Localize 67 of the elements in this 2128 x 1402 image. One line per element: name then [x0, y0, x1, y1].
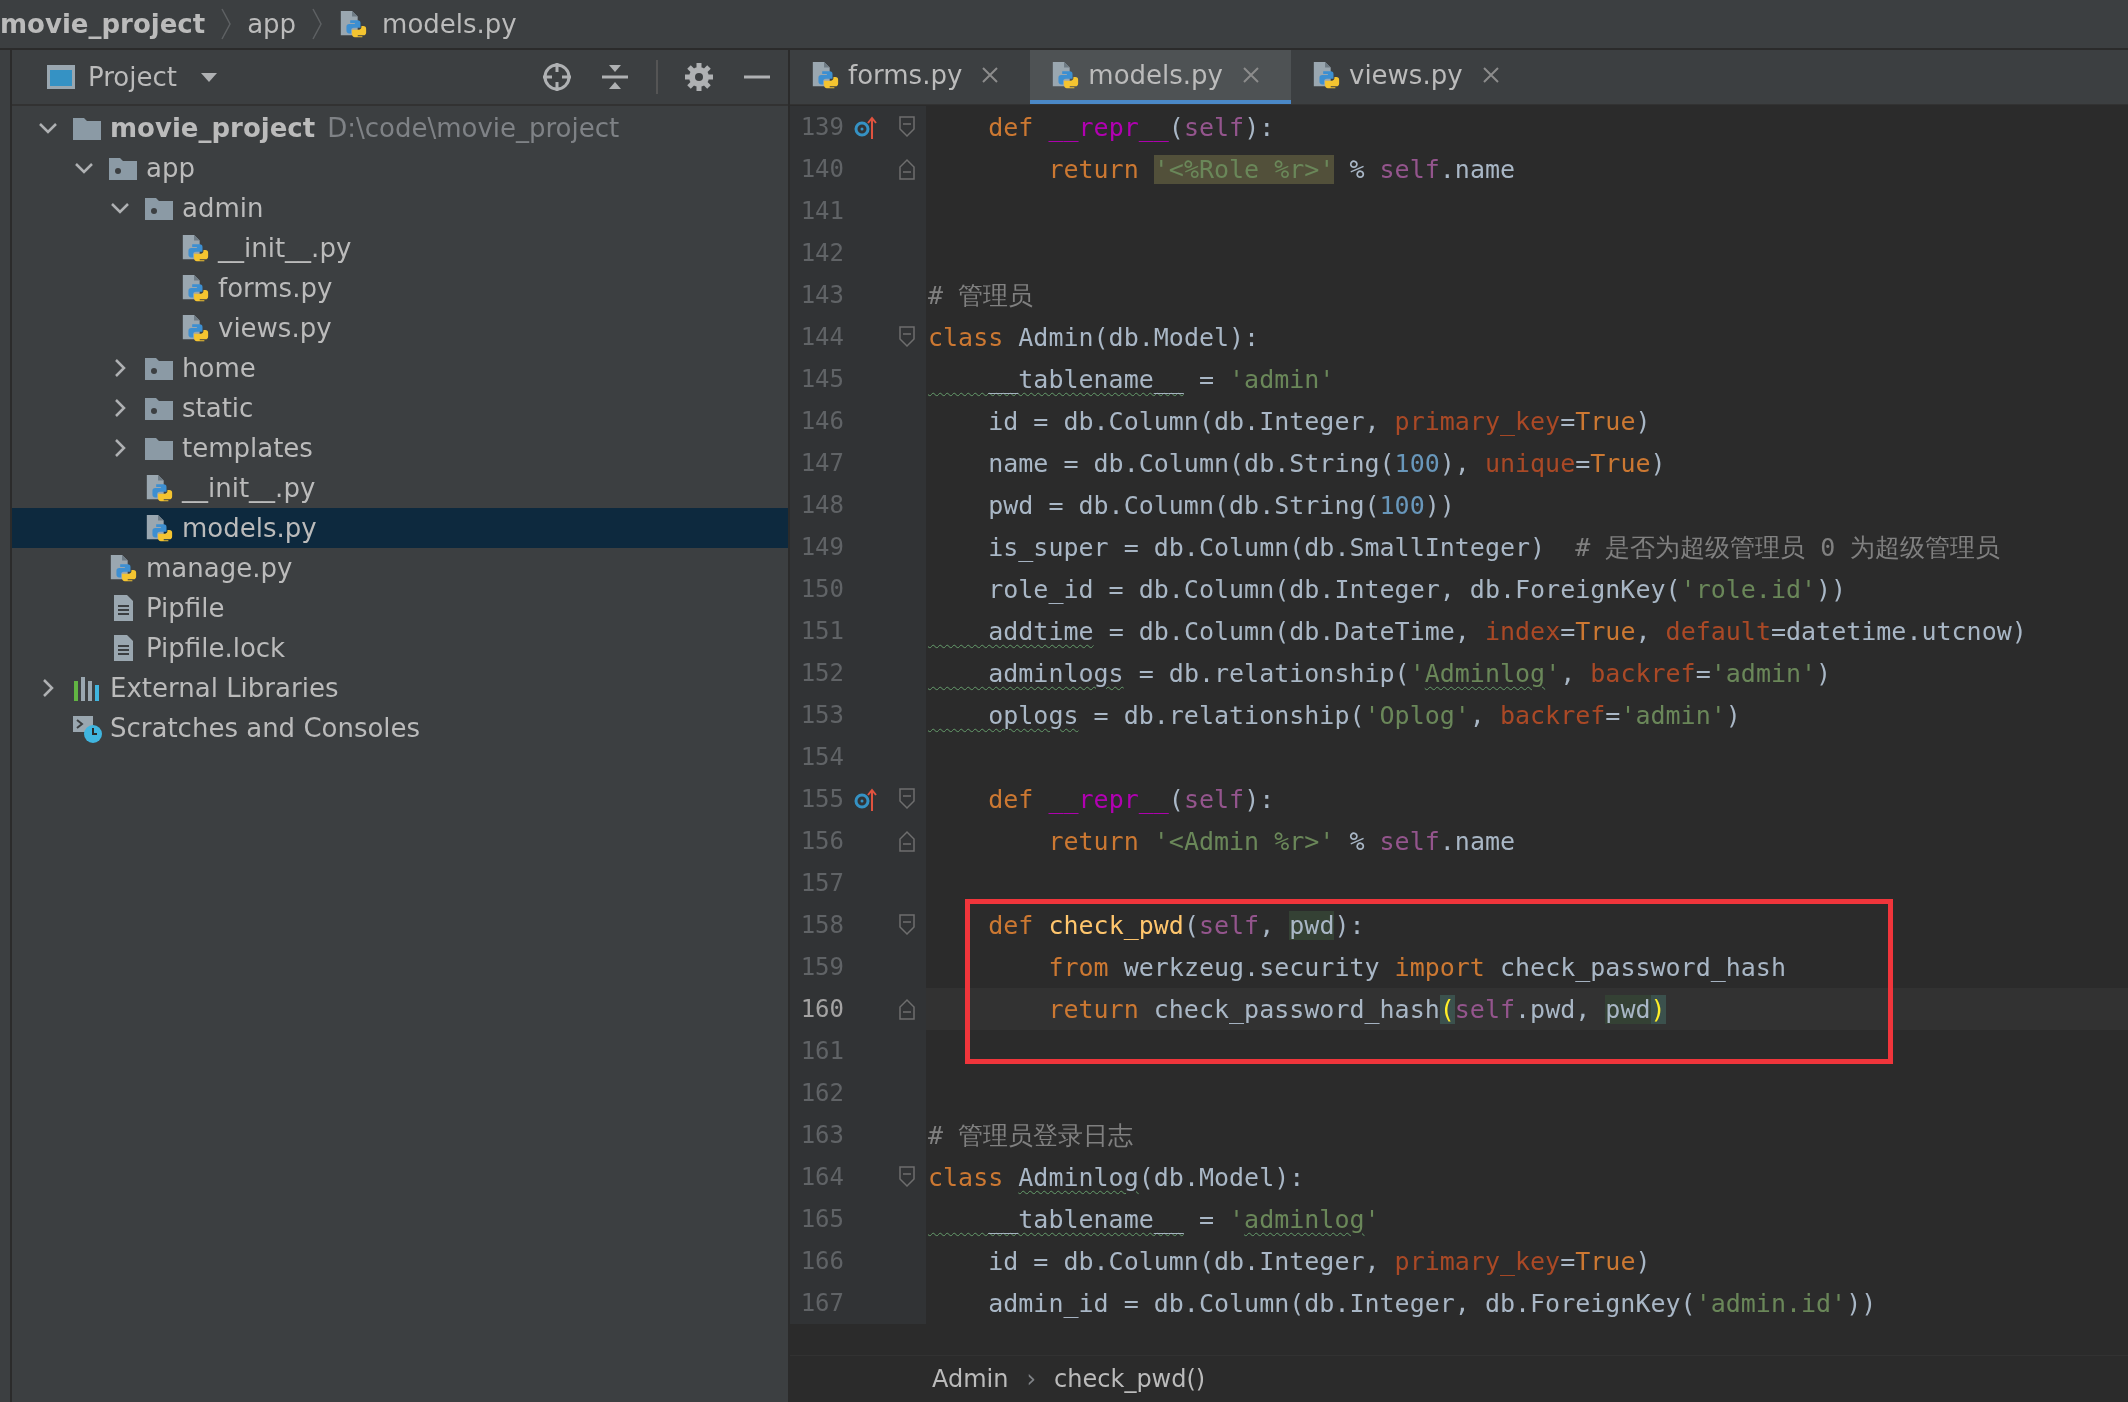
breadcrumb-item[interactable]: movie_project: [0, 9, 206, 39]
python-file-icon: [1050, 60, 1081, 90]
code-line: return check_password_hash(self.pwd, pwd): [1047, 994, 1666, 1024]
tree-item[interactable]: forms.py: [12, 268, 788, 308]
code-line: pwd = db.Column(db.String(100)): [987, 490, 1455, 520]
code-line: name = db.Column(db.String(100), unique=True): [987, 448, 1666, 478]
tree-item[interactable]: __init__.py: [12, 468, 788, 508]
python-file-icon: [108, 553, 138, 583]
tree-item[interactable]: manage.py: [12, 548, 788, 588]
python-file-icon: [144, 473, 174, 503]
settings-icon[interactable]: [682, 60, 716, 94]
locate-icon[interactable]: [540, 60, 574, 94]
tree-item[interactable]: __init__.py: [12, 228, 788, 268]
editor-tab[interactable]: views.py: [1291, 50, 1531, 104]
python-file-icon: [1311, 60, 1341, 90]
tree-item[interactable]: static: [12, 388, 788, 428]
code-line: # 管理员登录日志: [927, 1119, 1134, 1152]
code-line: def __repr__(self):: [987, 784, 1275, 814]
breadcrumb-item[interactable]: app: [247, 9, 297, 39]
python-file-icon: [338, 9, 369, 39]
code-line: __tablename__ = 'adminlog': [987, 1204, 1380, 1234]
breadcrumb-item[interactable]: Admin: [932, 1365, 1009, 1393]
tree-item[interactable]: External Libraries: [12, 668, 788, 708]
tree-item[interactable]: templates: [12, 428, 788, 468]
code-line: oplogs = db.relationship('Oplog', backref='admin'): [987, 700, 1741, 730]
python-file-icon: [810, 60, 840, 90]
breadcrumb-item[interactable]: check_pwd(): [1054, 1365, 1206, 1393]
code-line: id = db.Column(db.Integer, primary_key=True): [987, 1246, 1651, 1276]
python-file-icon: [180, 233, 210, 263]
panel-title[interactable]: Project: [88, 62, 177, 92]
scratches-icon: [72, 713, 102, 743]
close-icon[interactable]: [1480, 65, 1501, 85]
code-line: addtime = db.Column(db.DateTime, index=True, default=datetime.utcnow): [987, 616, 2027, 646]
code-line: from werkzeug.security import check_password_hash: [1047, 952, 1786, 982]
tree-item[interactable]: Pipfile.lock: [12, 628, 788, 668]
chevron-separator-icon: [310, 7, 325, 41]
close-icon[interactable]: [980, 65, 1001, 85]
code-line: return '<Admin %r>' % self.name: [1047, 826, 1516, 856]
breadcrumb-item[interactable]: models.py: [382, 9, 517, 39]
tree-item[interactable]: models.py: [12, 508, 788, 548]
dropdown-caret-icon: [200, 72, 217, 82]
tree-item[interactable]: movie_project D:\code\movie_project: [12, 108, 788, 148]
tree-item[interactable]: views.py: [12, 308, 788, 348]
tree-item[interactable]: app: [12, 148, 788, 188]
editor-tab[interactable]: forms.py: [790, 50, 1031, 104]
code-line: class Admin(db.Model):: [927, 322, 1260, 352]
tree-item[interactable]: Scratches and Consoles: [12, 708, 788, 748]
python-file-icon: [180, 313, 210, 343]
chevron-separator-icon: [219, 7, 234, 41]
code-line: __tablename__ = 'admin': [987, 364, 1335, 394]
code-line: def check_pwd(self, pwd):: [987, 910, 1365, 940]
tree-item[interactable]: admin: [12, 188, 788, 228]
breadcrumb-separator: ›: [1026, 1365, 1037, 1393]
python-file-icon: [180, 273, 210, 303]
code-line: id = db.Column(db.Integer, primary_key=True): [987, 406, 1651, 436]
code-line: # 管理员: [927, 279, 1034, 312]
tree-item[interactable]: home: [12, 348, 788, 388]
code-line: adminlogs = db.relationship('Adminlog', backref='admin'): [987, 658, 1832, 688]
code-line: is_super = db.Column(db.SmallInteger) # 是否为超级管理员 0 为超级管理员: [987, 531, 2001, 564]
tree-item[interactable]: Pipfile: [12, 588, 788, 628]
line-number: 160: [799, 995, 844, 1023]
code-line: class Adminlog(db.Model):: [927, 1162, 1305, 1192]
code-line: admin_id = db.Column(db.Integer, db.ForeignKey('admin.id')): [987, 1288, 1877, 1318]
code-line: role_id = db.Column(db.Integer, db.ForeignKey('role.id')): [987, 574, 1847, 604]
python-file-icon: [144, 513, 174, 543]
code-line: def __repr__(self):: [987, 112, 1275, 142]
editor-tab[interactable]: models.py: [1030, 50, 1291, 104]
